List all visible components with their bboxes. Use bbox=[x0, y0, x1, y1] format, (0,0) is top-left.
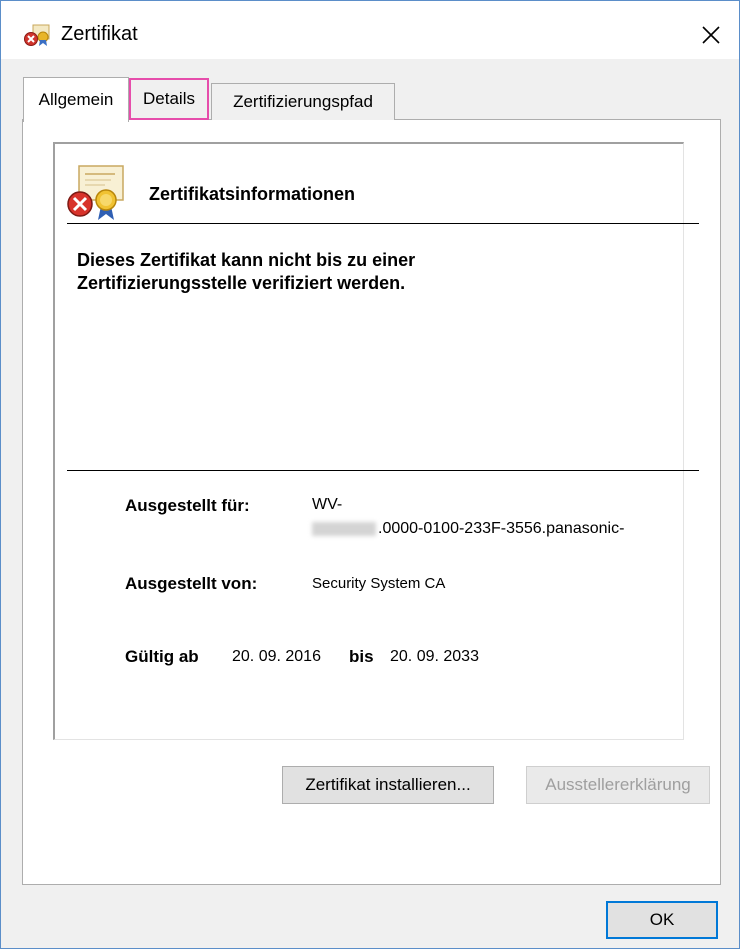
valid-to-label: bis bbox=[349, 647, 374, 666]
close-button[interactable] bbox=[693, 17, 729, 53]
certificate-error-icon bbox=[24, 24, 50, 46]
tab-details[interactable]: Details bbox=[129, 78, 209, 120]
tab-certification-path[interactable]: Zertifizierungspfad bbox=[211, 83, 395, 120]
issued-by-value: Security System CA bbox=[312, 575, 446, 592]
issued-to-value-line-1: WV- bbox=[312, 496, 343, 513]
general-tab-panel: Zertifikatsinformationen Dieses Zertifik… bbox=[22, 119, 721, 885]
issued-to-label: Ausgestellt für: bbox=[125, 496, 250, 515]
valid-to-value: 20. 09. 2033 bbox=[390, 648, 479, 665]
ok-button[interactable]: OK bbox=[606, 901, 718, 939]
divider bbox=[67, 223, 699, 224]
divider bbox=[67, 470, 699, 471]
certificate-info-heading: Zertifikatsinformationen bbox=[149, 184, 356, 204]
issuer-statement-button[interactable]: Ausstellererklärung bbox=[526, 766, 710, 804]
issued-to-value-text: .0000-0100-233F-3556.panasonic- bbox=[378, 520, 625, 537]
redacted-text bbox=[312, 521, 376, 536]
window-title: Zertifikat bbox=[61, 23, 138, 45]
valid-from-label: Gültig ab bbox=[125, 647, 199, 666]
certificate-error-icon bbox=[67, 165, 124, 220]
close-icon bbox=[702, 26, 720, 44]
issued-to-value-line-2: .0000-0100-233F-3556.panasonic- bbox=[312, 520, 624, 538]
tab-general[interactable]: Allgemein bbox=[23, 77, 129, 122]
certificate-info-box: Zertifikatsinformationen Dieses Zertifik… bbox=[53, 142, 699, 740]
issued-by-label: Ausgestellt von: bbox=[125, 574, 258, 593]
certificate-dialog: Zertifikat Allgemein Details Zertifizier… bbox=[0, 0, 740, 949]
verification-warning: Dieses Zertifikat kann nicht bis zu eine… bbox=[77, 249, 637, 295]
warning-line-1: Dieses Zertifikat kann nicht bis zu eine… bbox=[77, 250, 416, 270]
warning-line-2: Zertifizierungsstelle verifiziert werden… bbox=[77, 273, 406, 293]
install-certificate-button[interactable]: Zertifikat installieren... bbox=[282, 766, 494, 804]
valid-from-value: 20. 09. 2016 bbox=[232, 648, 321, 665]
title-bar: Zertifikat bbox=[1, 1, 739, 59]
